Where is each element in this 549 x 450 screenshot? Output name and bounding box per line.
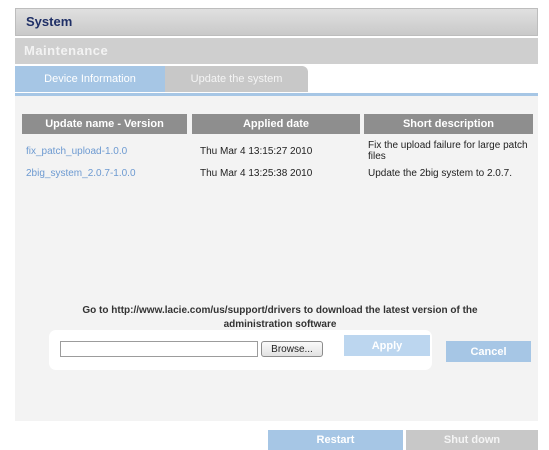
short-description: Update the 2big system to 2.0.7. — [368, 168, 512, 179]
content-panel: Update name - Version Applied date Short… — [15, 96, 538, 421]
download-instructions-line1: Go to http://www.lacie.com/us/support/dr… — [82, 305, 478, 316]
short-description: Fix the upload failure for large patch f… — [368, 140, 528, 162]
applied-date: Thu Mar 4 13:25:38 2010 — [200, 168, 313, 179]
browse-button[interactable]: Browse... — [261, 341, 323, 357]
cancel-button[interactable]: Cancel — [446, 341, 531, 362]
column-header-applied-date: Applied date — [192, 114, 360, 134]
tab-update-the-system[interactable]: Update the system — [165, 66, 308, 92]
app-window: System Maintenance Device Information Up… — [0, 0, 549, 450]
tab-bar: Device Information Update the system — [15, 66, 538, 94]
restart-button[interactable]: Restart — [268, 430, 403, 450]
maintenance-header: Maintenance — [15, 38, 538, 64]
table-row: 2big_system_2.0.7-1.0.0 Thu Mar 4 13:25:… — [15, 166, 538, 192]
applied-date: Thu Mar 4 13:15:27 2010 — [200, 146, 313, 157]
upload-area: Browse... Apply — [49, 330, 432, 370]
update-name-link[interactable]: fix_patch_upload-1.0.0 — [26, 146, 127, 157]
system-header: System — [15, 8, 538, 36]
maintenance-title: Maintenance — [24, 43, 109, 58]
download-instructions: Go to http://www.lacie.com/us/support/dr… — [55, 304, 505, 332]
file-path-input[interactable] — [60, 341, 258, 357]
apply-button[interactable]: Apply — [344, 335, 430, 356]
table-row: fix_patch_upload-1.0.0 Thu Mar 4 13:15:2… — [15, 140, 538, 166]
tab-device-information[interactable]: Device Information — [15, 66, 165, 92]
column-header-update-name: Update name - Version — [22, 114, 187, 134]
update-name-link[interactable]: 2big_system_2.0.7-1.0.0 — [26, 168, 136, 179]
system-title: System — [26, 14, 73, 29]
shut-down-button[interactable]: Shut down — [406, 430, 538, 450]
column-header-short-description: Short description — [364, 114, 533, 134]
